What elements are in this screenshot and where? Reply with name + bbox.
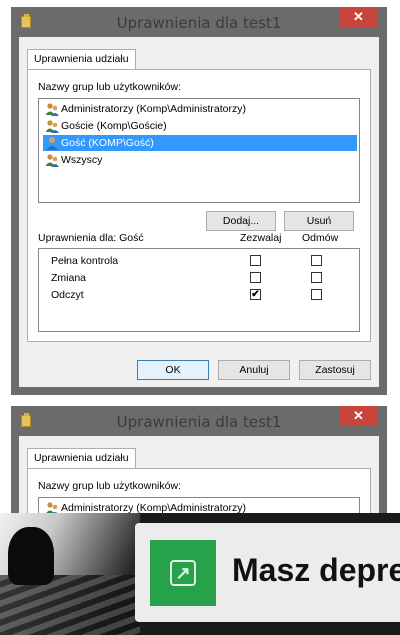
permissions-dialog: Uprawnienia dla test1 ✕ Uprawnienia udzi… (11, 7, 387, 395)
list-item-label: Gość (KOMP\Gość) (61, 137, 154, 149)
tab-share-permissions[interactable]: Uprawnienia udziału (27, 49, 136, 70)
list-item[interactable]: Goście (Komp\Goście) (43, 118, 357, 134)
allow-checkbox[interactable] (250, 272, 261, 283)
list-item[interactable]: Administratorzy (Komp\Administratorzy) (43, 101, 357, 117)
deny-checkbox[interactable] (311, 289, 322, 300)
groups-label: Nazwy grup lub użytkowników: (38, 81, 181, 93)
close-button[interactable]: ✕ (340, 7, 377, 27)
window-title: Uprawnienia dla test1 (116, 413, 282, 431)
window-title: Uprawnienia dla test1 (116, 14, 282, 32)
permissions-dialog-duplicate: Uprawnienia dla test1 ✕ Uprawnienia udzi… (11, 406, 387, 539)
permission-name: Zmiana (51, 272, 87, 284)
permission-name: Odczyt (51, 289, 84, 301)
tab-panel: Nazwy grup lub użytkowników: Administrat… (27, 69, 371, 342)
add-button[interactable]: Dodaj... (206, 211, 276, 231)
allow-column-header: Zezwalaj (240, 232, 282, 244)
list-item-label: Goście (Komp\Goście) (61, 120, 167, 132)
banner-headline: Masz depre (232, 552, 400, 588)
deny-checkbox[interactable] (311, 272, 322, 283)
dialog-client-area: Uprawnienia udziału Nazwy grup lub użytk… (19, 436, 379, 539)
users-icon (45, 120, 59, 133)
permission-row: Odczyt ✔ (39, 287, 359, 304)
user-icon (46, 137, 58, 150)
app-icon: ↗ (170, 560, 196, 586)
permission-row: Pełna kontrola (39, 253, 359, 270)
deny-checkbox[interactable] (311, 255, 322, 266)
permission-row: Zmiana (39, 270, 359, 287)
permissions-for-label: Uprawnienia dla: Gość (38, 232, 144, 244)
list-item-selected[interactable]: Gość (KOMP\Gość) (43, 135, 357, 151)
person-silhouette (8, 527, 54, 585)
ok-button[interactable]: OK (137, 360, 209, 380)
tab-share-permissions[interactable]: Uprawnienia udziału (27, 448, 136, 469)
banner-card[interactable]: ↗ Masz depre (135, 523, 400, 622)
app-tile: ↗ (150, 540, 216, 606)
title-bar[interactable]: Uprawnienia dla test1 ✕ (11, 406, 387, 436)
title-bar[interactable]: Uprawnienia dla test1 ✕ (11, 7, 387, 37)
banner-photo (0, 513, 140, 635)
users-icon (45, 154, 59, 167)
groups-label: Nazwy grup lub użytkowników: (38, 480, 181, 492)
promo-banner[interactable]: ↗ Masz depre (0, 513, 400, 635)
allow-checkbox[interactable]: ✔ (250, 289, 261, 300)
allow-checkbox[interactable] (250, 255, 261, 266)
groups-list[interactable]: Administratorzy (Komp\Administratorzy) G… (38, 98, 360, 203)
list-item[interactable]: Wszyscy (43, 152, 357, 168)
dialog-client-area: Uprawnienia udziału Nazwy grup lub użytk… (19, 37, 379, 387)
list-item-label: Administratorzy (Komp\Administratorzy) (61, 103, 246, 115)
list-item-label: Wszyscy (61, 154, 103, 166)
deny-column-header: Odmów (302, 232, 339, 244)
permission-name: Pełna kontrola (51, 255, 119, 267)
users-icon (45, 103, 59, 116)
permissions-list: Pełna kontrola Zmiana Odczyt ✔ (38, 248, 360, 332)
close-button[interactable]: ✕ (340, 406, 377, 426)
apply-button[interactable]: Zastosuj (299, 360, 371, 380)
remove-button[interactable]: Usuń (284, 211, 354, 231)
cancel-button[interactable]: Anuluj (218, 360, 290, 380)
